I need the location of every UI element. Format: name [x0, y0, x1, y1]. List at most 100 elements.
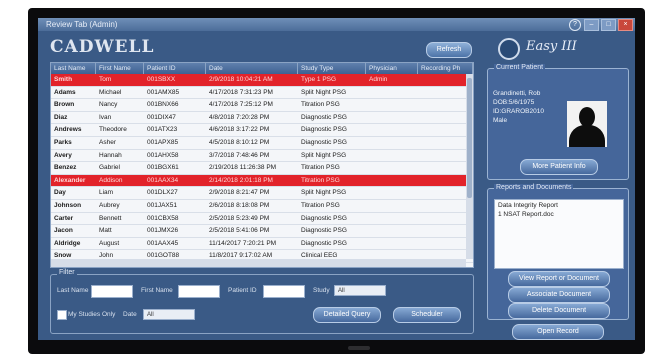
- table-cell: 001AAX45: [147, 239, 179, 247]
- table-cell: 2/5/2018 5:41:06 PM: [209, 227, 270, 235]
- table-cell: [418, 162, 473, 174]
- table-cell: 3/7/2018 7:48:46 PM: [209, 151, 270, 159]
- table-cell: Nancy: [99, 101, 118, 109]
- table-cell: Diagnostic PSG: [301, 126, 347, 134]
- my-studies-checkbox[interactable]: [57, 310, 67, 320]
- table-cell: Titration PSG: [301, 176, 340, 184]
- close-button[interactable]: ×: [618, 19, 633, 31]
- table-cell: 001JMX26: [147, 227, 179, 235]
- table-row[interactable]: Benzez Gabriel 001BGX61 2/19/2018 11:26:38 …: [51, 162, 473, 175]
- table-cell: [418, 175, 473, 187]
- table-cell: [418, 124, 473, 136]
- table-cell: Titration PSG: [301, 201, 340, 209]
- first-name-input[interactable]: [178, 285, 220, 298]
- table-row[interactable]: Smith Tom 001SBXX 2/9/2018 10:04:21 AM Type …: [51, 74, 473, 87]
- table-cell: Avery: [54, 151, 72, 159]
- table-cell: Titration PSG: [301, 101, 340, 109]
- table-cell: [366, 124, 418, 136]
- current-patient-panel: Current Patient Grandinetti, Rob DOB:5/6…: [487, 64, 629, 180]
- more-patient-info-button[interactable]: More Patient Info: [520, 159, 598, 175]
- open-record-button[interactable]: Open Record: [512, 324, 604, 340]
- patient-info: Grandinetti, Rob DOB:5/6/1975 ID:GRAROB2…: [493, 89, 569, 125]
- study-select[interactable]: All: [334, 285, 386, 296]
- report-item[interactable]: Data Integrity Report: [495, 200, 623, 209]
- table-cell: [366, 137, 418, 149]
- table-cell: Diagnostic PSG: [301, 113, 347, 121]
- table-row[interactable]: Brown Nancy 001BNX66 4/17/2018 7:25:12 PM Ti…: [51, 99, 473, 112]
- associate-document-button[interactable]: Associate Document: [508, 287, 610, 303]
- table-cell: 2/14/2018 2:01:18 PM: [209, 176, 273, 184]
- scrollbar-thumb[interactable]: [467, 78, 472, 198]
- table-cell: 001APX85: [147, 138, 179, 146]
- last-name-input[interactable]: [91, 285, 133, 298]
- view-report-button[interactable]: View Report or Document: [508, 271, 610, 287]
- date-label: Date: [123, 311, 137, 318]
- table-cell: August: [99, 239, 120, 247]
- scheduler-button[interactable]: Scheduler: [393, 307, 461, 323]
- table-row[interactable]: Aldridge August 001AAX45 11/14/2017 7:20:21…: [51, 238, 473, 251]
- detailed-query-button[interactable]: Detailed Query: [313, 307, 381, 323]
- table-cell: [366, 238, 418, 250]
- table-cell: 001DIX47: [147, 113, 176, 121]
- column-header-recording-physician[interactable]: Recording Ph: [418, 63, 473, 74]
- column-header-date[interactable]: Date: [206, 63, 298, 74]
- patient-photo-placeholder-icon: [567, 101, 607, 147]
- table-cell: [366, 200, 418, 212]
- patient-id: ID:GRAROB2010: [493, 108, 544, 115]
- delete-document-button[interactable]: Delete Document: [508, 303, 610, 319]
- horizontal-scrollbar[interactable]: [51, 259, 466, 267]
- app-window: Review Tab (Admin) ? – □ × CADWELL Refre…: [38, 18, 635, 340]
- refresh-button[interactable]: Refresh: [426, 42, 472, 58]
- table-cell: [366, 175, 418, 187]
- table-cell: Johnson: [54, 201, 82, 209]
- column-header-last-name[interactable]: Last Name: [51, 63, 96, 74]
- table-row[interactable]: Day Liam 001DLX27 2/9/2018 8:21:47 PM Split …: [51, 187, 473, 200]
- table-cell: [366, 99, 418, 111]
- table-cell: [418, 200, 473, 212]
- study-label: Study: [313, 287, 330, 294]
- window-titlebar: Review Tab (Admin) ? – □ ×: [38, 18, 635, 31]
- table-cell: Michael: [99, 88, 122, 96]
- table-cell: Hannah: [99, 151, 122, 159]
- table-header: Last Name First Name Patient ID Date Stu…: [51, 63, 473, 74]
- table-cell: [418, 213, 473, 225]
- column-header-first-name[interactable]: First Name: [96, 63, 144, 74]
- date-select[interactable]: All: [143, 309, 195, 320]
- easy-iii-logo: Easy III: [492, 34, 620, 60]
- table-row[interactable]: Andrews Theodore 001ATX23 4/6/2018 3:17:22 …: [51, 124, 473, 137]
- table-row[interactable]: Adams Michael 001AMX85 4/17/2018 7:31:23 PM…: [51, 87, 473, 100]
- table-cell: Theodore: [99, 126, 127, 134]
- column-header-physician[interactable]: Physician: [366, 63, 418, 74]
- table-row[interactable]: Carter Bennett 001CBX58 2/5/2018 5:23:49 PM…: [51, 213, 473, 226]
- patient-sex: Male: [493, 117, 508, 124]
- column-header-patient-id[interactable]: Patient ID: [144, 63, 206, 74]
- table-cell: Matt: [99, 227, 112, 235]
- table-cell: Asher: [99, 138, 116, 146]
- table-row[interactable]: Parks Asher 001APX85 4/5/2018 8:10:12 PM Dia…: [51, 137, 473, 150]
- table-cell: Split Night PSG: [301, 151, 347, 159]
- table-row[interactable]: Avery Hannah 001AHX58 3/7/2018 7:48:46 PM Sp…: [51, 150, 473, 163]
- table-cell: [418, 74, 473, 86]
- column-header-study-type[interactable]: Study Type: [298, 63, 366, 74]
- patient-id-input[interactable]: [263, 285, 305, 298]
- easy-iii-logo-text: Easy III: [526, 39, 577, 54]
- table-cell: Aubrey: [99, 201, 120, 209]
- minimize-button[interactable]: –: [584, 19, 599, 31]
- help-icon[interactable]: ?: [569, 19, 581, 31]
- table-cell: 4/5/2018 8:10:12 PM: [209, 138, 270, 146]
- table-cell: 001AAX34: [147, 176, 179, 184]
- table-cell: Admin: [369, 76, 388, 83]
- table-cell: Gabriel: [99, 164, 120, 172]
- vertical-scrollbar[interactable]: [466, 74, 473, 259]
- table-row[interactable]: Alexander Addison 001AAX34 2/14/2018 2:01:1…: [51, 174, 473, 188]
- filter-legend: Filter: [57, 269, 77, 276]
- table-cell: 001JAX51: [147, 201, 177, 209]
- table-cell: 2/5/2018 5:23:49 PM: [209, 214, 270, 222]
- maximize-button[interactable]: □: [601, 19, 616, 31]
- table-cell: 2/9/2018 10:04:21 AM: [209, 76, 273, 83]
- report-item[interactable]: 1 NSAT Report.doc: [495, 209, 623, 218]
- table-row[interactable]: Jacon Matt 001JMX26 2/5/2018 5:41:06 PM Diag…: [51, 225, 473, 238]
- table-cell: [418, 225, 473, 237]
- table-row[interactable]: Johnson Aubrey 001JAX51 2/6/2018 8:18:08 PM…: [51, 200, 473, 213]
- table-row[interactable]: Diaz Ivan 001DIX47 4/8/2018 7:20:28 PM Diagn…: [51, 112, 473, 125]
